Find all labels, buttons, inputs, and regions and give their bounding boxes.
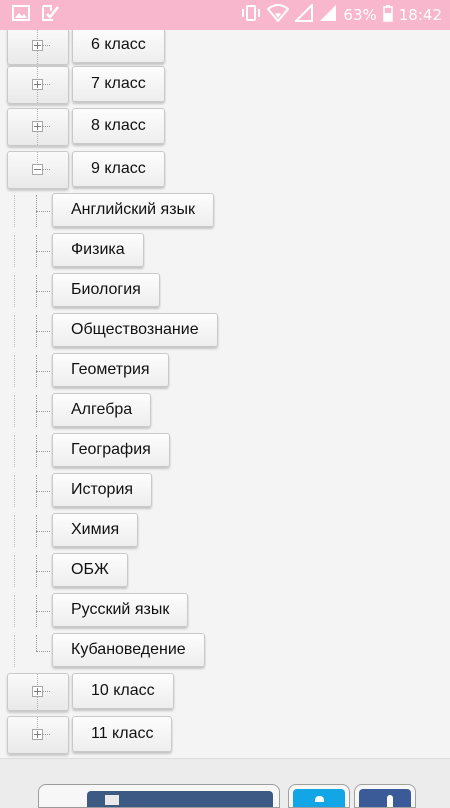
expand-toggle-6[interactable] (7, 30, 69, 65)
subject-button[interactable]: Русский язык (52, 593, 189, 627)
grade-button-7[interactable]: 7 класс (72, 66, 165, 102)
plus-icon (32, 121, 43, 132)
subject-button[interactable]: ОБЖ (52, 553, 128, 587)
subject-row: История (0, 473, 450, 509)
subject-button[interactable]: Химия (52, 513, 139, 547)
expand-toggle-8[interactable] (7, 108, 69, 146)
subject-button[interactable]: Кубановедение (52, 633, 205, 667)
grade-button-8[interactable]: 8 класс (72, 108, 165, 144)
tree-view: 6 класс 7 класс 8 класс 9 класс Английск… (0, 30, 450, 758)
facebook-icon (359, 789, 411, 807)
subject-button[interactable]: Биология (52, 273, 160, 307)
subject-row: География (0, 433, 450, 469)
collapse-toggle-9[interactable] (7, 151, 69, 189)
subject-button[interactable]: География (52, 433, 170, 467)
subject-row: ОБЖ (0, 553, 450, 589)
subject-button[interactable]: Алгебра (52, 393, 152, 427)
subject-row: Физика (0, 233, 450, 269)
status-bar: 63% 18:42 (0, 0, 450, 30)
minus-icon (32, 164, 43, 175)
twitter-icon (293, 789, 345, 807)
grade-button-6[interactable]: 6 класс (72, 30, 165, 63)
subject-row: Биология (0, 273, 450, 309)
plus-icon (32, 40, 43, 51)
grade-row-10: 10 класс (0, 673, 450, 711)
grade-row-7: 7 класс (0, 66, 450, 104)
grade-row-9: 9 класс (0, 151, 450, 189)
signal-icon (319, 4, 337, 26)
subject-button[interactable]: Геометрия (52, 353, 169, 387)
facebook-button[interactable] (354, 784, 416, 808)
twitter-button[interactable] (288, 784, 350, 808)
battery-icon (383, 4, 393, 26)
subject-row: Обществознание (0, 313, 450, 349)
vibrate-icon (241, 4, 261, 26)
grade-button-11[interactable]: 11 класс (72, 716, 173, 752)
plus-icon (32, 729, 43, 740)
subject-row: Кубановедение (0, 633, 450, 669)
grade-button-9[interactable]: 9 класс (72, 151, 165, 187)
subject-row: Алгебра (0, 393, 450, 429)
battery-percent: 63% (343, 6, 377, 24)
grade-row-6: 6 класс (0, 30, 450, 65)
bottom-bar (0, 758, 450, 808)
subject-button[interactable]: Английский язык (52, 193, 215, 227)
subject-button[interactable]: Обществознание (52, 313, 218, 347)
subject-row: Русский язык (0, 593, 450, 629)
plus-icon (32, 686, 43, 697)
wifi-icon (267, 4, 290, 26)
share-button[interactable] (38, 784, 280, 808)
plus-icon (32, 79, 43, 90)
expand-toggle-7[interactable] (7, 66, 69, 104)
subject-button[interactable]: История (52, 473, 153, 507)
grade-button-10[interactable]: 10 класс (72, 673, 174, 709)
clock: 18:42 (398, 6, 442, 24)
grade-row-11: 11 класс (0, 716, 450, 754)
subject-row: Геометрия (0, 353, 450, 389)
expand-toggle-11[interactable] (7, 716, 69, 754)
grade-row-8: 8 класс (0, 108, 450, 146)
subject-button[interactable]: Физика (52, 233, 144, 267)
signal-icon (294, 2, 314, 26)
expand-toggle-10[interactable] (7, 673, 69, 711)
checklist-icon (40, 3, 60, 27)
subject-row: Английский язык (0, 193, 450, 229)
subject-row: Химия (0, 513, 450, 549)
image-icon (12, 5, 30, 25)
